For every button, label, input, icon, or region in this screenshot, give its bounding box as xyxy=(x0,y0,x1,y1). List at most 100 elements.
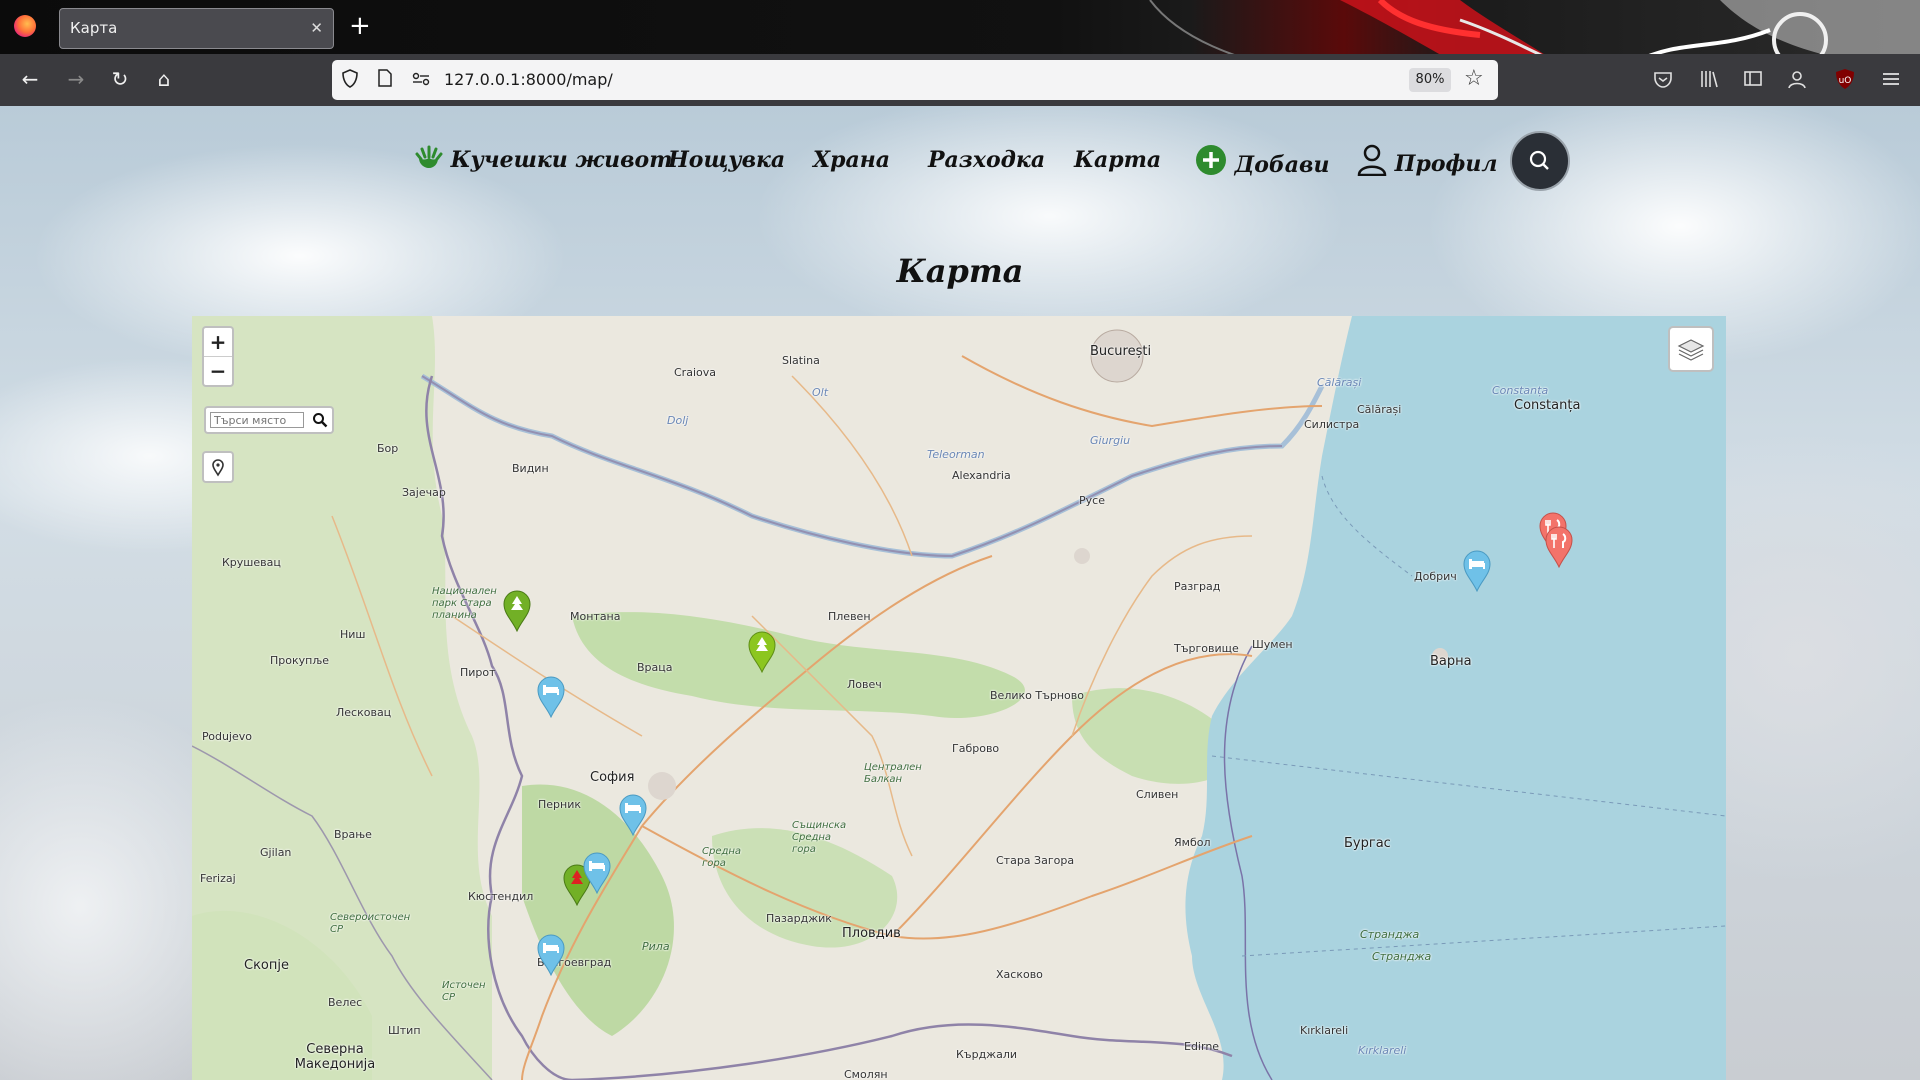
library-icon[interactable] xyxy=(1698,68,1720,90)
url-text[interactable]: 127.0.0.1:8000/map/ xyxy=(444,60,613,100)
map-label-krusevac: Крушевац xyxy=(222,556,281,569)
locate-button[interactable] xyxy=(202,451,234,483)
tab-title: Карта xyxy=(70,19,118,37)
search-icon[interactable] xyxy=(312,412,328,428)
map-label-east-region: Источен СР xyxy=(442,980,486,1003)
food-marker[interactable] xyxy=(1544,526,1574,568)
map-label-teleorman: Teleorman xyxy=(927,448,985,461)
tracking-shield-icon[interactable] xyxy=(342,69,358,88)
page-info-icon[interactable] xyxy=(378,69,392,87)
back-icon[interactable]: ← xyxy=(16,66,44,92)
map-label-ruse: Русе xyxy=(1079,494,1105,507)
ublock-extension-icon[interactable]: uO xyxy=(1834,68,1856,90)
layers-button[interactable] xyxy=(1668,326,1714,372)
map-label-haskovo: Хасково xyxy=(996,968,1043,981)
synced-tabs-icon[interactable] xyxy=(1742,68,1764,90)
map-label-shumen: Шумен xyxy=(1252,638,1293,651)
nav-walk-link[interactable]: Разходка xyxy=(928,144,1045,176)
zoom-control: + − xyxy=(202,326,234,387)
lodging-marker[interactable] xyxy=(582,852,612,894)
map-label-craiova: Craiova xyxy=(674,366,716,379)
address-bar[interactable]: 127.0.0.1:8000/map/ 80% ☆ xyxy=(332,60,1498,100)
page-title: Карта xyxy=(896,252,1024,290)
map-label-kirklareli: Kırklareli xyxy=(1300,1024,1349,1037)
map-label-constanta: Constanța xyxy=(1514,398,1581,413)
forward-icon[interactable]: → xyxy=(62,66,90,92)
map-label-kyustendil: Кюстендил xyxy=(468,890,534,903)
map-label-calarasi: Călărași xyxy=(1357,403,1402,416)
map-label-yambol: Ямбол xyxy=(1174,836,1211,849)
map-label-ferizaj: Ferizaj xyxy=(200,872,236,885)
map-label-park: Национален парк Стара планина xyxy=(432,586,497,621)
map-base-layer xyxy=(192,316,1726,1080)
map-label-vidin: Видин xyxy=(512,462,549,475)
map-label-nis: Ниш xyxy=(340,628,366,641)
theme-artwork xyxy=(1149,0,1920,54)
nav-food-link[interactable]: Храна xyxy=(813,144,890,176)
map-label-olt: Olt xyxy=(812,386,829,399)
new-tab-button[interactable]: + xyxy=(349,11,371,41)
map-label-alexandria: Alexandria xyxy=(952,469,1011,482)
map-label-giurgiu: Giurgiu xyxy=(1090,434,1131,447)
map-label-constanta-county: Constanța xyxy=(1492,384,1549,397)
location-pin-icon xyxy=(212,459,224,477)
map-label-plovdiv: Пловдив xyxy=(842,926,901,941)
map-label-silistra: Силистра xyxy=(1304,418,1360,431)
map-label-skopje: Скопје xyxy=(244,958,289,973)
browser-tab-bar: Карта ✕ + xyxy=(0,0,1920,54)
walk-marker[interactable] xyxy=(502,590,532,632)
map-label-podujevo: Podujevo xyxy=(202,730,252,743)
reload-icon[interactable]: ↻ xyxy=(106,66,134,92)
tab-close-icon[interactable]: ✕ xyxy=(310,9,323,48)
menu-icon[interactable] xyxy=(1880,68,1902,90)
map-label-bucuresti: București xyxy=(1090,344,1152,359)
map-label-stara-zagora: Стара Загора xyxy=(996,854,1075,867)
map-container[interactable]: București Craiova Slatina Olt Dolj Giurg… xyxy=(192,316,1726,1080)
map-label-vranje: Врање xyxy=(334,828,372,841)
brand-label: Кучешки живот xyxy=(450,147,673,173)
nav-add-link[interactable]: Добави xyxy=(1195,144,1330,181)
map-label-varna: Варна xyxy=(1430,654,1472,669)
search-button[interactable] xyxy=(1510,131,1570,191)
browser-nav-bar: ← → ↻ ⌂ 127.0.0.1:8000/map/ 80% ☆ uO xyxy=(0,54,1920,106)
home-icon[interactable]: ⌂ xyxy=(150,66,178,92)
map-label-burgas: Бургас xyxy=(1344,836,1391,851)
account-icon[interactable] xyxy=(1786,68,1808,90)
nav-lodging-link[interactable]: Нощувка xyxy=(668,144,785,176)
map-label-targovishte: Търговище xyxy=(1174,642,1239,655)
map-label-pirot: Пирот xyxy=(460,666,496,679)
zoom-out-button[interactable]: − xyxy=(204,356,232,385)
map-label-bor: Бор xyxy=(377,442,399,455)
permissions-icon[interactable] xyxy=(412,72,430,86)
map-label-pernik: Перник xyxy=(538,798,582,811)
map-label-north-macedonia: Северна Македонија xyxy=(294,1042,376,1072)
bookmark-star-icon[interactable]: ☆ xyxy=(1464,65,1484,93)
map-label-dolj: Dolj xyxy=(667,414,689,427)
zoom-in-button[interactable]: + xyxy=(204,328,232,356)
zoom-level-badge[interactable]: 80% xyxy=(1409,68,1451,92)
pocket-icon[interactable] xyxy=(1652,68,1674,90)
nav-map-link[interactable]: Карта xyxy=(1074,144,1161,176)
map-label-central-balkan: Централен Балкан xyxy=(864,762,922,785)
map-label-leskovac: Лесковац xyxy=(336,706,392,719)
site-navigation: Кучешки живот Нощувка Храна Разходка Кар… xyxy=(0,106,1920,216)
paw-hand-icon xyxy=(415,145,443,168)
map-label-kirklareli-region: Kırklareli xyxy=(1358,1044,1407,1057)
walk-marker[interactable] xyxy=(747,631,777,673)
lodging-marker[interactable] xyxy=(536,934,566,976)
map-label-sashtinska: Същинска Средна гора xyxy=(792,820,847,855)
map-label-veles: Велес xyxy=(328,996,363,1009)
place-search-input[interactable] xyxy=(210,412,304,428)
browser-tab[interactable]: Карта ✕ xyxy=(59,8,334,49)
map-label-northeast-region: Североисточен СР xyxy=(330,912,411,935)
map-label-zajecar: Зајечар xyxy=(402,486,446,499)
nav-profile-link[interactable]: Профил xyxy=(1357,144,1497,180)
map-label-slatina: Slatina xyxy=(782,354,820,367)
lodging-marker[interactable] xyxy=(536,676,566,718)
nav-brand-link[interactable]: Кучешки живот xyxy=(413,144,673,176)
layers-icon xyxy=(1677,339,1705,361)
lodging-marker[interactable] xyxy=(618,794,648,836)
map-label-gjilan: Gjilan xyxy=(260,846,292,859)
map-label-rila: Рила xyxy=(642,940,670,953)
lodging-marker[interactable] xyxy=(1462,550,1492,592)
